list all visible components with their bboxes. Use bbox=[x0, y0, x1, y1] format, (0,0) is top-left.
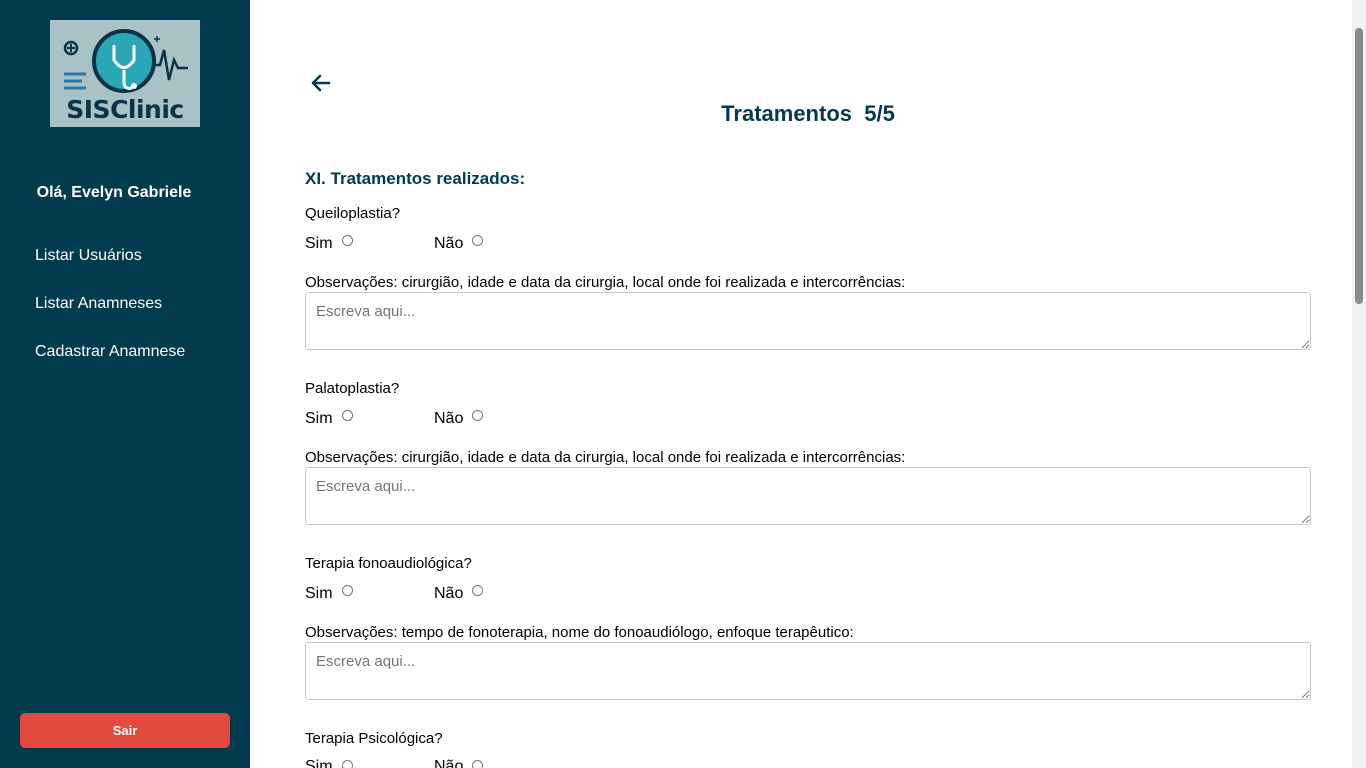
nav-list-users[interactable]: Listar Usuários bbox=[35, 247, 142, 265]
observations-label: Observações: cirurgião, idade e data da … bbox=[305, 449, 906, 466]
option-yes-label: Sim bbox=[305, 585, 333, 602]
option-no-label: Não bbox=[434, 758, 464, 768]
option-no-label: Não bbox=[434, 585, 464, 602]
radio-yes-fonoaudiologica[interactable] bbox=[342, 585, 353, 596]
option-yes-label: Sim bbox=[305, 235, 333, 252]
option-no-label: Não bbox=[434, 410, 464, 427]
logout-button[interactable]: Sair bbox=[20, 713, 230, 748]
scrollbar[interactable] bbox=[1352, 0, 1366, 768]
scrollbar-thumb[interactable] bbox=[1355, 28, 1363, 304]
logo-text: SISClinic bbox=[66, 95, 184, 124]
observations-label: Observações: tempo de fonoterapia, nome … bbox=[305, 624, 854, 641]
radio-no-fonoaudiologica[interactable] bbox=[472, 585, 483, 596]
section-title: XI. Tratamentos realizados: bbox=[305, 169, 526, 188]
question-terapia-psicologica: Terapia Psicológica? bbox=[305, 730, 443, 747]
sidebar: SISClinic Olá, Evelyn Gabriele Listar Us… bbox=[0, 0, 250, 768]
observations-textarea-fonoaudiologica[interactable] bbox=[305, 642, 1311, 700]
nav-register-anamnese[interactable]: Cadastrar Anamnese bbox=[35, 343, 185, 361]
radio-no-psicologica[interactable] bbox=[472, 760, 483, 768]
radio-yes-psicologica[interactable] bbox=[342, 760, 353, 768]
radio-no-palatoplastia[interactable] bbox=[472, 410, 483, 421]
main-content: Tratamentos 5/5 XI. Tratamentos realizad… bbox=[250, 0, 1352, 768]
option-yes-label: Sim bbox=[305, 410, 333, 427]
option-no-label: Não bbox=[434, 235, 464, 252]
observations-label: Observações: cirurgião, idade e data da … bbox=[305, 274, 906, 291]
arrow-left-icon[interactable] bbox=[309, 72, 333, 94]
question-queiloplastia: Queiloplastia? bbox=[305, 205, 401, 222]
stethoscope-icon bbox=[63, 29, 188, 93]
question-palatoplastia: Palatoplastia? bbox=[305, 380, 400, 397]
observations-textarea-palatoplastia[interactable] bbox=[305, 467, 1311, 525]
nav-list-anamneses[interactable]: Listar Anamneses bbox=[35, 295, 162, 313]
observations-textarea-queiloplastia[interactable] bbox=[305, 292, 1311, 350]
logo: SISClinic bbox=[50, 20, 200, 127]
radio-yes-queiloplastia[interactable] bbox=[342, 235, 353, 246]
question-terapia-fonoaudiologica: Terapia fonoaudiológica? bbox=[305, 555, 472, 572]
user-greeting: Olá, Evelyn Gabriele bbox=[36, 184, 192, 201]
radio-yes-palatoplastia[interactable] bbox=[342, 410, 353, 421]
page-title: Tratamentos 5/5 bbox=[721, 101, 895, 126]
radio-no-queiloplastia[interactable] bbox=[472, 235, 483, 246]
option-yes-label: Sim bbox=[305, 758, 333, 768]
